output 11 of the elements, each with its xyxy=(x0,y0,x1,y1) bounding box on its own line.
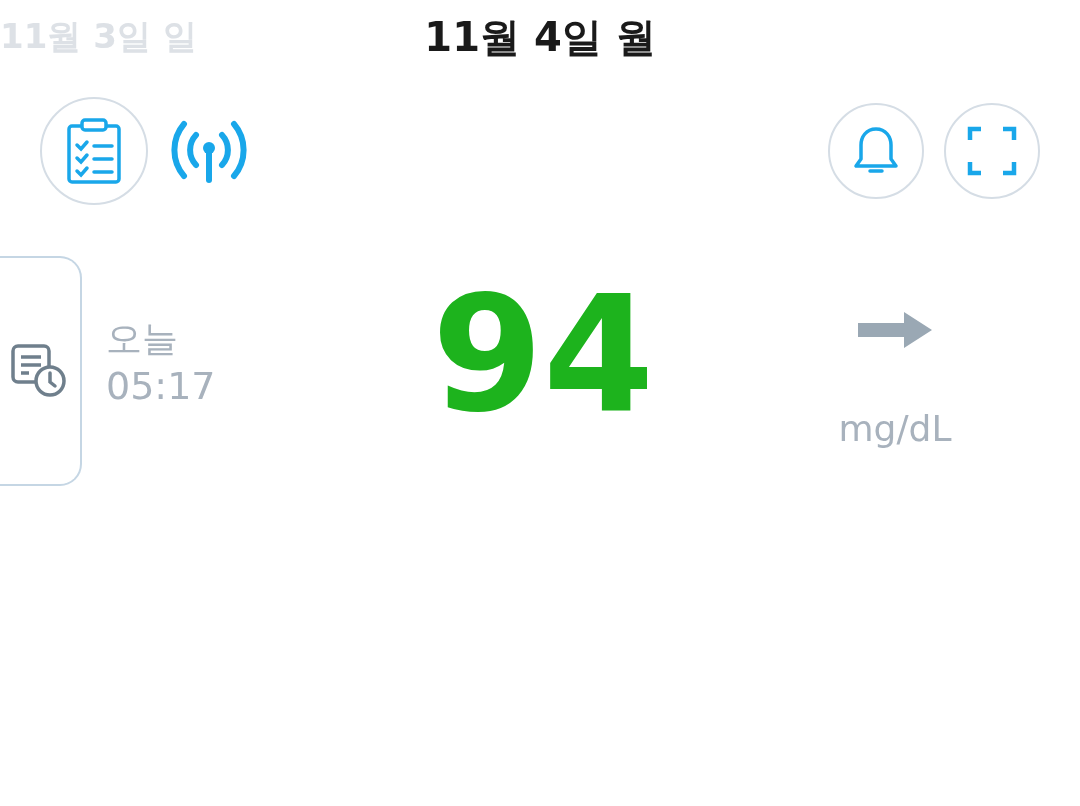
glucose-value: 94 xyxy=(430,260,656,450)
history-tab[interactable] xyxy=(0,256,82,486)
fullscreen-icon xyxy=(967,126,1017,176)
history-label: 오늘 xyxy=(106,316,179,361)
signal-icon[interactable] xyxy=(168,118,250,184)
history-icon xyxy=(10,343,68,399)
clipboard-icon xyxy=(66,118,122,184)
history-time: 05:17 xyxy=(106,363,216,408)
unit-label: mg/dL xyxy=(838,408,952,449)
right-arrow-icon xyxy=(858,312,932,348)
current-date: 11월 4일 월 xyxy=(424,12,656,62)
